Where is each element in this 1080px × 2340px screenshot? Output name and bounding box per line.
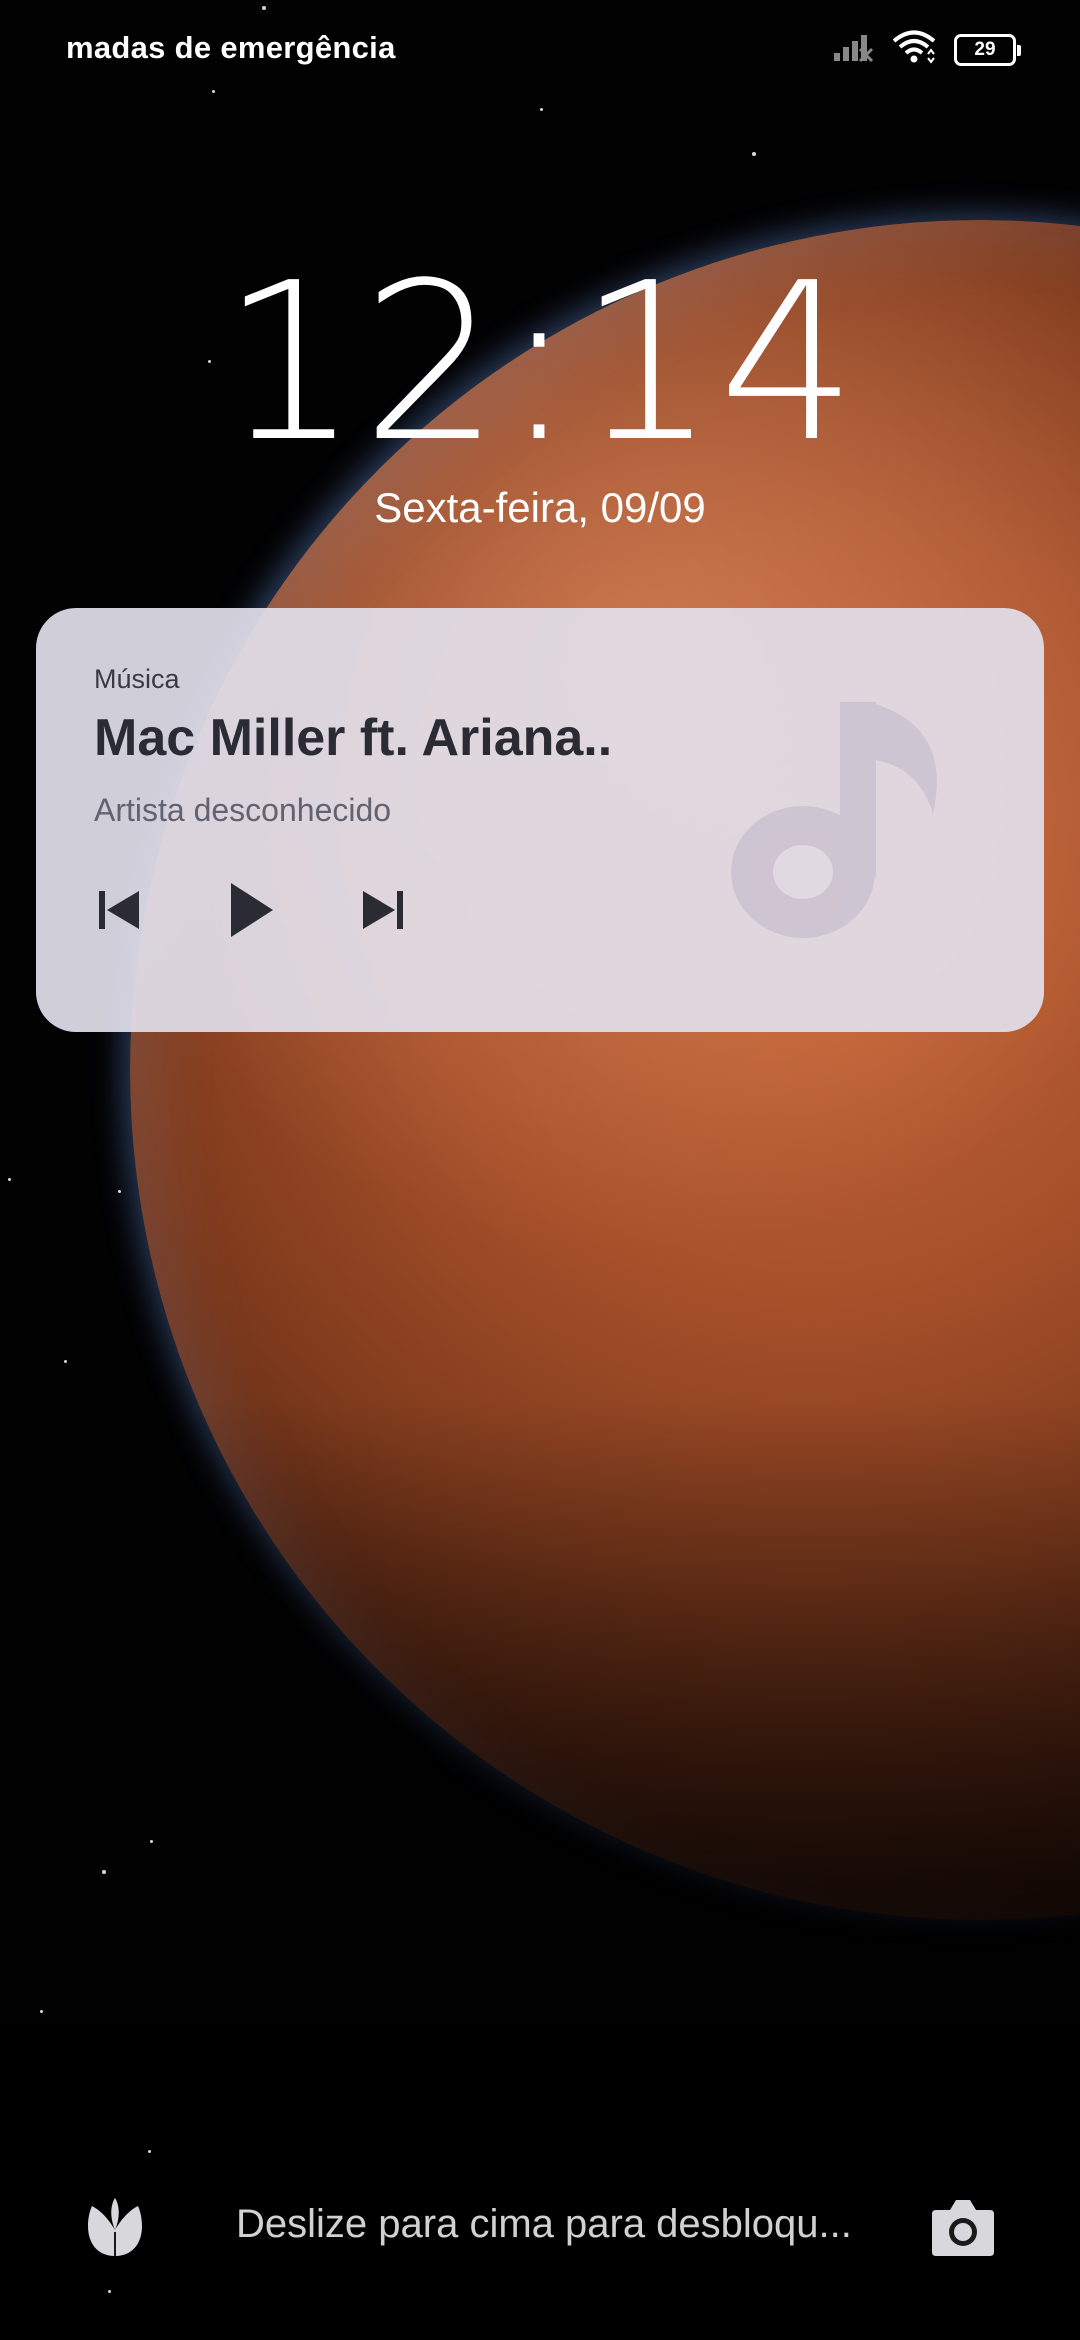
status-bar: madas de emergência 29 — [0, 0, 1080, 100]
music-widget[interactable]: Música Mac Miller ft. Ariana.. Artista d… — [36, 608, 1044, 1032]
battery-level: 29 — [974, 38, 996, 60]
lock-date: Sexta-feira, 09/09 — [374, 484, 706, 531]
music-note-icon — [728, 694, 948, 944]
bottom-bar: Deslize para cima para desbloqu... — [0, 2180, 1080, 2280]
previous-icon[interactable] — [94, 880, 144, 940]
battery-icon: 29 — [954, 33, 1021, 66]
track-artist: Artista desconhecido — [94, 792, 392, 828]
tulip-icon[interactable] — [84, 2196, 146, 2258]
playback-controls — [94, 880, 408, 940]
signal-icon — [832, 31, 874, 68]
next-icon[interactable] — [358, 880, 408, 940]
app-name: Música — [94, 664, 180, 694]
play-icon[interactable] — [226, 880, 276, 940]
lock-screen: madas de emergência 29 12:14 Sexta-feira… — [0, 0, 1080, 2340]
lock-clock: 12:14 — [220, 237, 860, 490]
camera-icon[interactable] — [930, 2196, 996, 2258]
status-icons: 29 — [832, 30, 1021, 69]
track-title: Mac Miller ft. Ariana.. — [94, 709, 613, 767]
wifi-icon — [892, 30, 936, 69]
emergency-calls-text[interactable]: madas de emergência — [66, 30, 396, 66]
unlock-hint: Deslize para cima para desbloqu... — [236, 2202, 852, 2246]
